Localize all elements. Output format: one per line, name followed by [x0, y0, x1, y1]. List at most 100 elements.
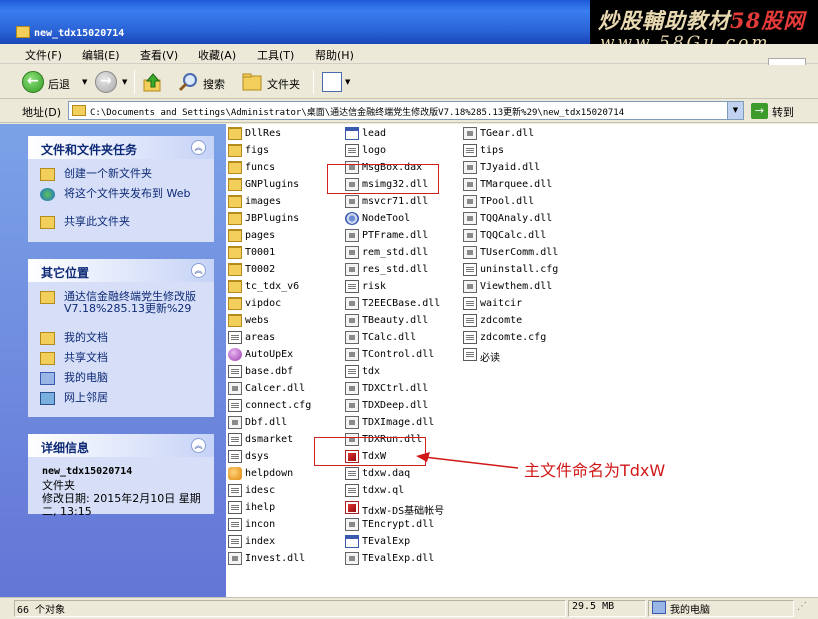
back-arrow-icon[interactable]: ← [22, 71, 44, 93]
panel-header[interactable]: 文件和文件夹任务 ︽ [28, 136, 214, 159]
search-icon[interactable] [178, 72, 200, 92]
file-name[interactable]: GNPlugins [245, 179, 299, 190]
file-name[interactable]: dsmarket [245, 434, 293, 445]
go-button-label[interactable]: 转到 [772, 104, 794, 120]
file-name[interactable]: incon [245, 519, 275, 530]
file-name[interactable]: uninstall.cfg [480, 264, 558, 275]
file-name[interactable]: waitcir [480, 298, 522, 309]
file-name[interactable]: 必读 [480, 349, 500, 364]
dll-file-icon [463, 212, 477, 225]
file-name[interactable]: TQQCalc.dll [480, 230, 546, 241]
file-name[interactable]: Invest.dll [245, 553, 305, 564]
views-dropdown-icon[interactable]: ▼ [345, 78, 350, 86]
collapse-icon[interactable]: ︽ [191, 140, 206, 155]
file-name[interactable]: figs [245, 145, 269, 156]
collapse-icon[interactable]: ︽ [191, 438, 206, 453]
file-name[interactable]: funcs [245, 162, 275, 173]
file-name[interactable]: TUserComm.dll [480, 247, 558, 258]
address-path[interactable]: C:\Documents and Settings\Administrator\… [90, 105, 624, 118]
file-name[interactable]: TEncrypt.dll [362, 519, 434, 530]
file-name[interactable]: Viewthem.dll [480, 281, 552, 292]
file-name[interactable]: risk [362, 281, 386, 292]
file-name[interactable]: DllRes [245, 128, 281, 139]
file-name[interactable]: connect.cfg [245, 400, 311, 411]
file-name[interactable]: TBeauty.dll [362, 315, 428, 326]
menu-help[interactable]: 帮助(H) [315, 47, 354, 63]
file-name[interactable]: Dbf.dll [245, 417, 287, 428]
file-name[interactable]: dsys [245, 451, 269, 462]
file-name[interactable]: msvcr71.dll [362, 196, 428, 207]
file-name[interactable]: TEvalExp [362, 536, 410, 547]
go-arrow-icon[interactable]: → [751, 103, 768, 119]
search-button-label[interactable]: 搜索 [203, 76, 225, 92]
file-name[interactable]: images [245, 196, 281, 207]
dll-file-icon [228, 382, 242, 395]
file-name[interactable]: TDXDeep.dll [362, 400, 428, 411]
document-icon [228, 331, 242, 344]
panel-header[interactable]: 详细信息 ︽ [28, 434, 214, 457]
file-name[interactable]: webs [245, 315, 269, 326]
file-name[interactable]: pages [245, 230, 275, 241]
file-name[interactable]: TControl.dll [362, 349, 434, 360]
menu-view[interactable]: 查看(V) [140, 47, 178, 63]
file-name[interactable]: areas [245, 332, 275, 343]
panel-header[interactable]: 其它位置 ︽ [28, 259, 214, 282]
file-name[interactable]: JBPlugins [245, 213, 299, 224]
file-name[interactable]: TDXCtrl.dll [362, 383, 428, 394]
file-name[interactable]: AutoUpEx [245, 349, 293, 360]
file-name[interactable]: NodeTool [362, 213, 410, 224]
address-input[interactable]: C:\Documents and Settings\Administrator\… [68, 101, 744, 120]
file-name[interactable]: TEvalExp.dll [362, 553, 434, 564]
collapse-icon[interactable]: ︽ [191, 263, 206, 278]
file-name[interactable]: tdxw.daq [362, 468, 410, 479]
menu-edit[interactable]: 编辑(E) [82, 47, 120, 63]
file-name[interactable]: TdxW-DS基础帐号 [362, 502, 444, 517]
folder-icon [228, 246, 242, 259]
file-name[interactable]: ihelp [245, 502, 275, 513]
file-name[interactable]: vipdoc [245, 298, 281, 309]
file-name[interactable]: res_std.dll [362, 264, 428, 275]
file-name[interactable]: base.dbf [245, 366, 293, 377]
up-folder-icon[interactable] [143, 72, 163, 92]
file-name[interactable]: index [245, 536, 275, 547]
menu-tools[interactable]: 工具(T) [257, 47, 294, 63]
address-dropdown-icon[interactable]: ▼ [727, 102, 743, 119]
back-dropdown-icon[interactable]: ▼ [82, 78, 87, 86]
file-name[interactable]: tc_tdx_v6 [245, 281, 299, 292]
file-name[interactable]: Calcer.dll [245, 383, 305, 394]
file-name[interactable]: TPool.dll [480, 196, 534, 207]
file-name[interactable]: zdcomte.cfg [480, 332, 546, 343]
file-name[interactable]: helpdown [245, 468, 293, 479]
file-name[interactable]: T0001 [245, 247, 275, 258]
menu-favorites[interactable]: 收藏(A) [198, 47, 236, 63]
file-name[interactable]: tdx [362, 366, 380, 377]
forward-dropdown-icon[interactable]: ▼ [122, 78, 127, 86]
file-name[interactable]: tdxw.ql [362, 485, 404, 496]
file-name[interactable]: TMarquee.dll [480, 179, 552, 190]
file-name[interactable]: idesc [245, 485, 275, 496]
folders-icon[interactable] [242, 73, 264, 91]
back-button-label[interactable]: 后退 [48, 76, 70, 92]
file-list[interactable]: DllRes figs funcs GNPlugins images JBPlugins p… [226, 124, 818, 597]
file-name[interactable]: TGear.dll [480, 128, 534, 139]
file-name[interactable]: TJyaid.dll [480, 162, 540, 173]
panel-title: 文件和文件夹任务 [41, 143, 138, 157]
file-name[interactable]: TDXImage.dll [362, 417, 434, 428]
document-icon [345, 467, 359, 480]
file-name[interactable]: TCalc.dll [362, 332, 416, 343]
forward-arrow-icon[interactable]: → [95, 71, 117, 93]
file-name[interactable]: T0002 [245, 264, 275, 275]
folders-button-label[interactable]: 文件夹 [267, 76, 300, 92]
views-icon[interactable] [322, 72, 342, 92]
file-name[interactable]: rem_std.dll [362, 247, 428, 258]
menu-file[interactable]: 文件(F) [25, 47, 62, 63]
file-name[interactable]: logo [362, 145, 386, 156]
resize-grip-icon[interactable]: ⋰ [797, 601, 807, 612]
file-name[interactable]: T2EECBase.dll [362, 298, 440, 309]
file-name[interactable]: TQQAnaly.dll [480, 213, 552, 224]
file-name[interactable]: lead [362, 128, 386, 139]
file-name[interactable]: PTFrame.dll [362, 230, 428, 241]
document-icon [228, 399, 242, 412]
file-name[interactable]: zdcomte [480, 315, 522, 326]
file-name[interactable]: tips [480, 145, 504, 156]
